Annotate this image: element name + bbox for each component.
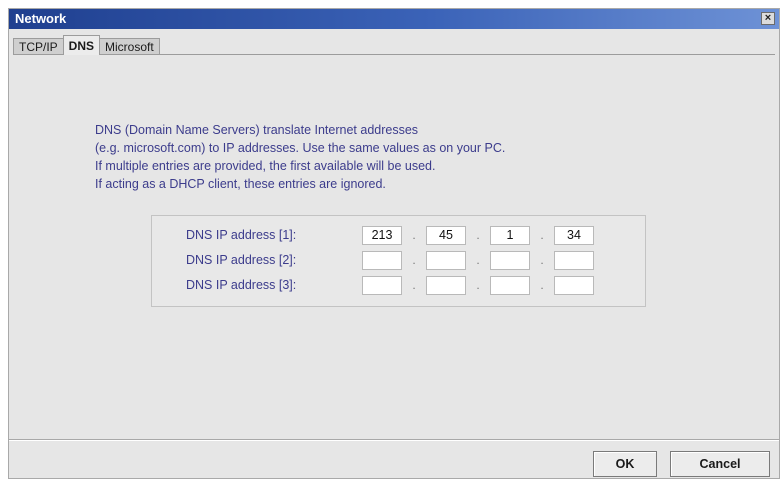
octet-separator: . [476,252,480,267]
octet-separator: . [412,277,416,292]
dns-3-octet-4[interactable] [554,275,594,295]
dns-1-octet-1[interactable] [362,225,402,245]
dns-description: DNS (Domain Name Servers) translate Inte… [95,121,735,193]
button-separator [9,439,779,441]
network-dialog: Network × TCP/IP DNS Microsoft DNS (Doma… [8,8,780,479]
dns-row-1: DNS IP address [1]: . . . [186,225,594,245]
description-line: DNS (Domain Name Servers) translate Inte… [95,123,419,137]
dns-1-octet-3[interactable] [490,225,530,245]
ok-button[interactable]: OK [593,451,657,477]
octet-separator: . [476,227,480,242]
description-line: (e.g. microsoft.com) to IP addresses. Us… [95,141,506,155]
dns-2-octet-3[interactable] [490,250,530,270]
title-bar[interactable]: Network × [9,9,779,29]
dns-address-1-label: DNS IP address [1]: [186,228,297,242]
dns-row-3: DNS IP address [3]: . . . [186,275,594,295]
window-title: Network [15,11,67,26]
dns-address-3-label: DNS IP address [3]: [186,278,297,292]
dns-1-octet-2[interactable] [426,225,466,245]
description-line: If acting as a DHCP client, these entrie… [95,177,386,191]
dns-3-octet-2[interactable] [426,275,466,295]
octet-separator: . [412,227,416,242]
octet-separator: . [476,277,480,292]
dns-1-octet-4[interactable] [554,225,594,245]
dns-3-octet-3[interactable] [490,275,530,295]
tab-dns[interactable]: DNS [62,35,101,55]
tab-bar: TCP/IP DNS Microsoft [13,35,160,55]
cancel-button[interactable]: Cancel [670,451,770,477]
dns-2-octet-2[interactable] [426,250,466,270]
dns-row-2: DNS IP address [2]: . . . [186,250,594,270]
dns-address-group: DNS IP address [1]: . . . DNS IP address… [151,215,646,307]
octet-separator: . [412,252,416,267]
octet-separator: . [540,277,544,292]
dns-2-octet-4[interactable] [554,250,594,270]
octet-separator: . [540,252,544,267]
close-icon[interactable]: × [761,12,775,25]
tab-microsoft[interactable]: Microsoft [99,38,160,55]
dns-3-octet-1[interactable] [362,275,402,295]
dns-address-2-label: DNS IP address [2]: [186,253,297,267]
tab-tcpip[interactable]: TCP/IP [13,38,64,55]
octet-separator: . [540,227,544,242]
description-line: If multiple entries are provided, the fi… [95,159,436,173]
dns-2-octet-1[interactable] [362,250,402,270]
